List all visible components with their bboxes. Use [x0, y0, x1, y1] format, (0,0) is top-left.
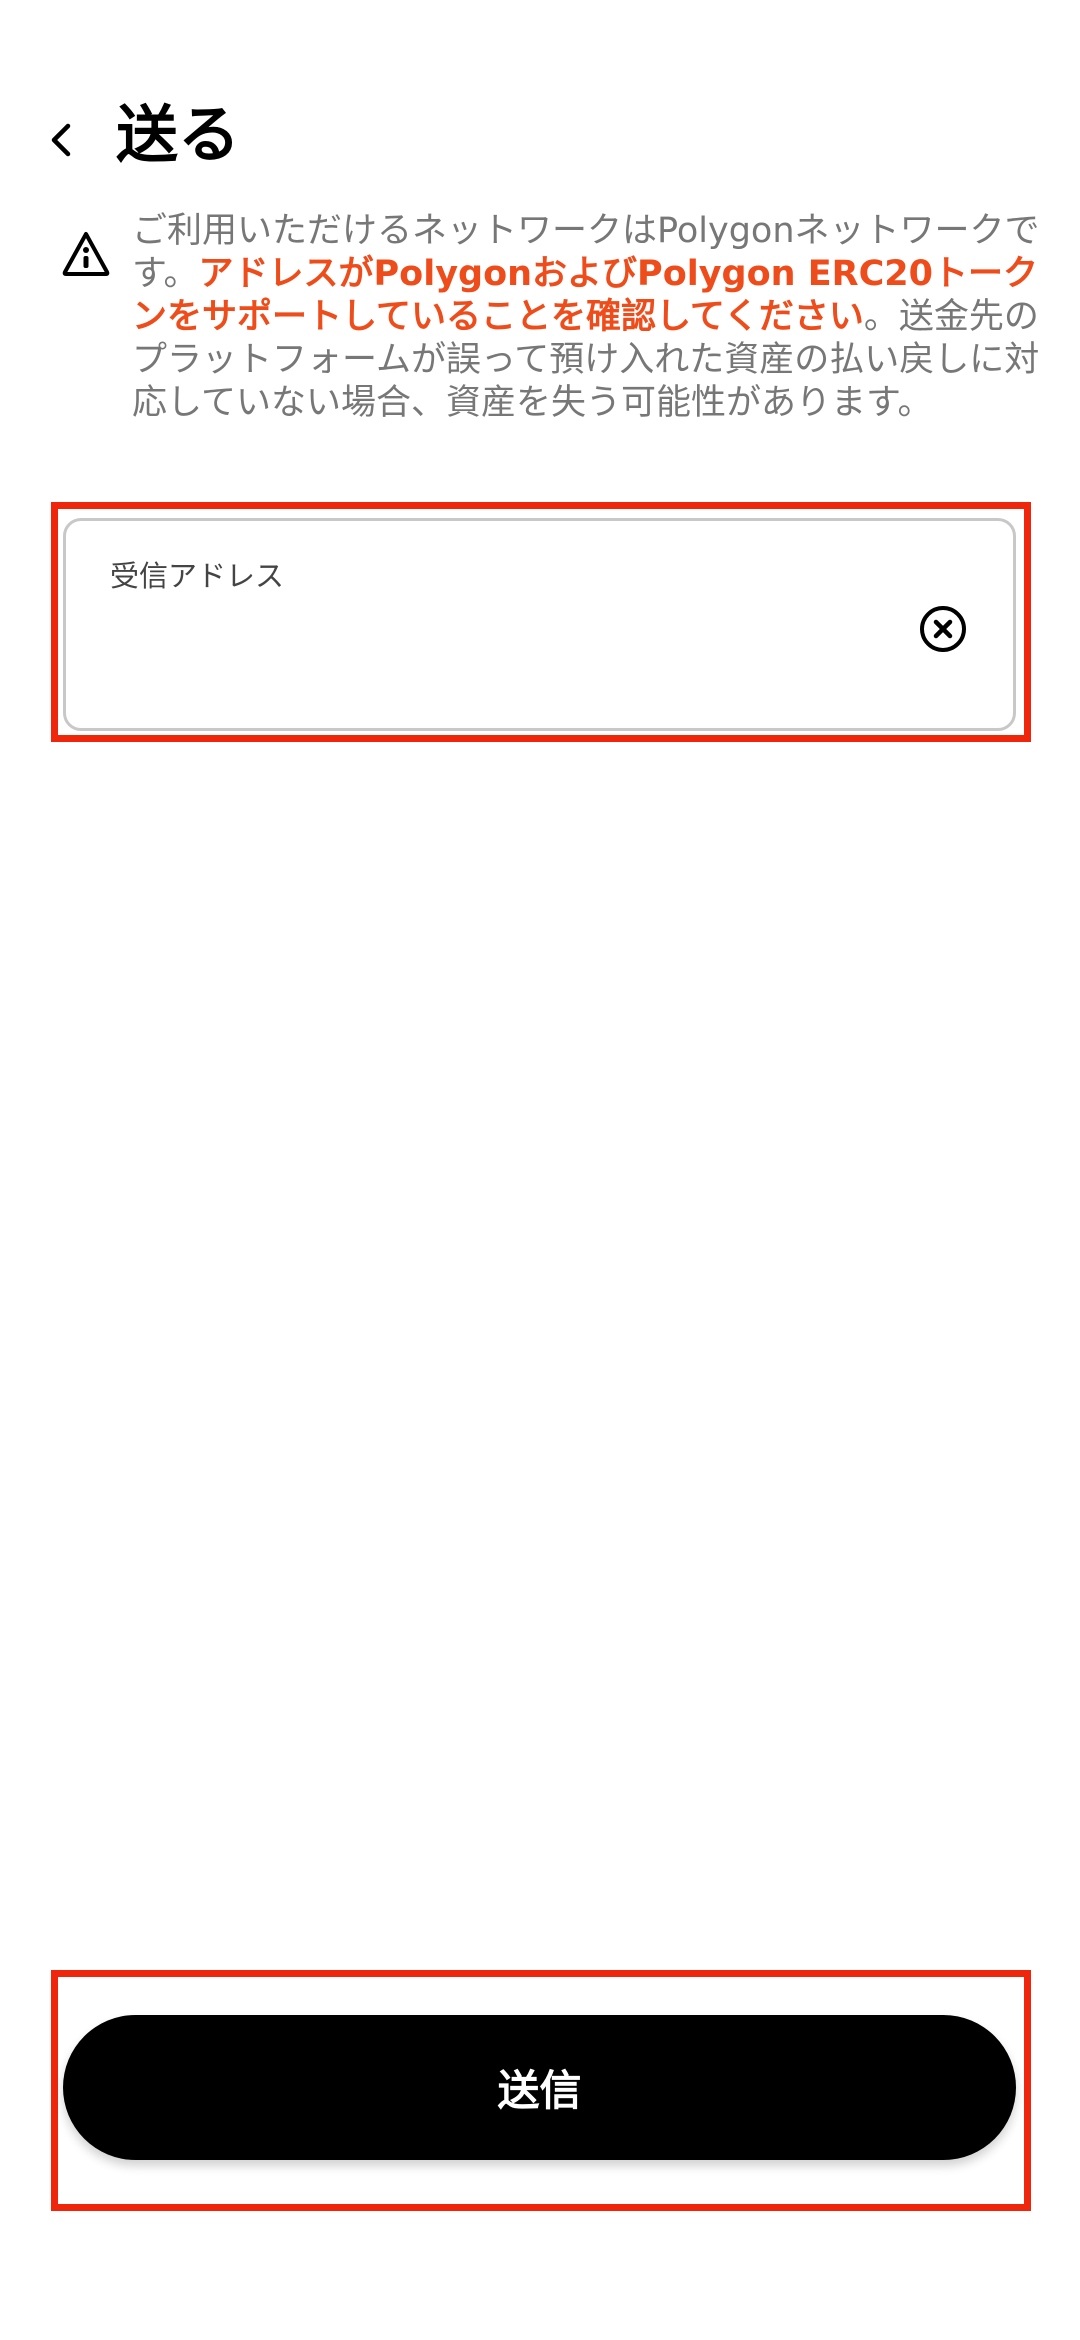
- send-button-label: 送信: [497, 2066, 582, 2115]
- notice-text: ご利用いただけるネットワークはPolygonネットワークです。アドレスがPoly…: [132, 210, 1052, 425]
- clear-circle-x-icon: [920, 606, 966, 652]
- header: 送る: [0, 80, 1080, 200]
- receiving-address-label: 受信アドレス: [110, 559, 285, 593]
- chevron-left-icon: [51, 123, 71, 157]
- receiving-address-input[interactable]: [110, 611, 914, 673]
- back-button[interactable]: [30, 108, 94, 172]
- receiving-address-field[interactable]: 受信アドレス: [63, 518, 1016, 731]
- send-button[interactable]: 送信: [63, 2015, 1016, 2160]
- clear-address-button[interactable]: [918, 604, 968, 654]
- page-title: 送る: [116, 98, 241, 171]
- info-triangle-icon: [62, 232, 110, 276]
